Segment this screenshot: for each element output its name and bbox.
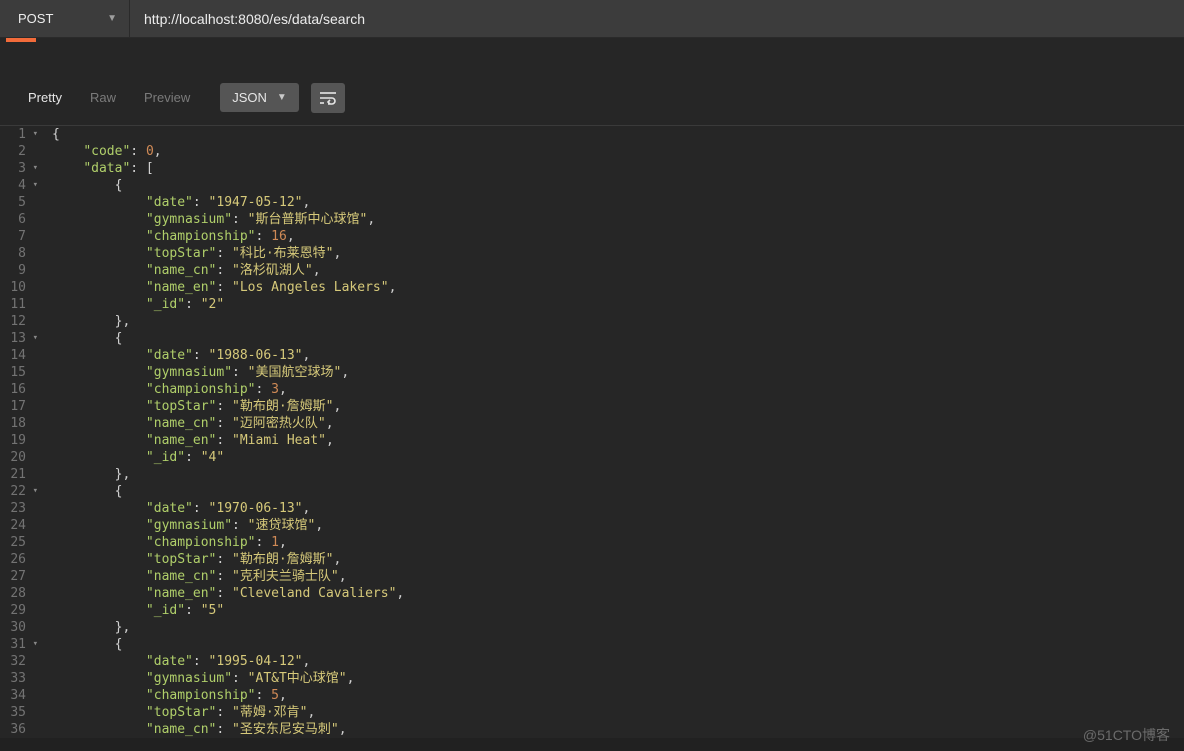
line-number: 34 — [0, 687, 38, 704]
line-number: 1▾ — [0, 126, 38, 143]
line-number: 18 — [0, 415, 38, 432]
url-input[interactable] — [130, 0, 1184, 37]
line-number: 8 — [0, 245, 38, 262]
code-area[interactable]: { "code": 0, "data": [ { "date": "1947-0… — [46, 126, 1184, 738]
line-number: 14 — [0, 347, 38, 364]
line-number: 31▾ — [0, 636, 38, 653]
line-number: 10 — [0, 279, 38, 296]
line-number: 35 — [0, 704, 38, 721]
line-number: 32 — [0, 653, 38, 670]
code-line: "championship": 5, — [52, 687, 1178, 704]
line-number: 36 — [0, 721, 38, 738]
tab-pretty[interactable]: Pretty — [14, 82, 76, 113]
line-number: 11 — [0, 296, 38, 313]
code-line: "name_cn": "圣安东尼安马刺", — [52, 721, 1178, 738]
code-line: }, — [52, 313, 1178, 330]
fold-icon[interactable]: ▾ — [30, 483, 38, 500]
code-line: "gymnasium": "美国航空球场", — [52, 364, 1178, 381]
fold-icon[interactable]: ▾ — [30, 330, 38, 347]
code-line: "topStar": "科比·布莱恩特", — [52, 245, 1178, 262]
code-line: "name_cn": "洛杉矶湖人", — [52, 262, 1178, 279]
line-number: 27 — [0, 568, 38, 585]
code-line: "championship": 1, — [52, 534, 1178, 551]
line-number: 2 — [0, 143, 38, 160]
line-number: 20 — [0, 449, 38, 466]
code-line: "name_en": "Cleveland Cavaliers", — [52, 585, 1178, 602]
request-bar: POST ▼ — [0, 0, 1184, 38]
code-line: "gymnasium": "斯台普斯中心球馆", — [52, 211, 1178, 228]
chevron-down-icon: ▼ — [107, 13, 117, 24]
http-method-value: POST — [18, 11, 53, 26]
wrap-lines-button[interactable] — [311, 83, 345, 113]
chevron-down-icon: ▼ — [277, 92, 287, 103]
line-number: 3▾ — [0, 160, 38, 177]
code-line: "date": "1970-06-13", — [52, 500, 1178, 517]
line-number: 5 — [0, 194, 38, 211]
code-line: "date": "1988-06-13", — [52, 347, 1178, 364]
wrap-icon — [319, 91, 337, 105]
line-number: 24 — [0, 517, 38, 534]
line-number: 16 — [0, 381, 38, 398]
line-number: 25 — [0, 534, 38, 551]
code-line: "topStar": "勒布朗·詹姆斯", — [52, 398, 1178, 415]
code-line: "date": "1947-05-12", — [52, 194, 1178, 211]
tab-raw[interactable]: Raw — [76, 82, 130, 113]
code-line: }, — [52, 466, 1178, 483]
fold-icon[interactable]: ▾ — [30, 126, 38, 143]
code-line: "championship": 3, — [52, 381, 1178, 398]
active-tab-indicator — [6, 38, 36, 42]
code-line: "name_cn": "迈阿密热火队", — [52, 415, 1178, 432]
line-number: 28 — [0, 585, 38, 602]
line-number: 29 — [0, 602, 38, 619]
line-number: 9 — [0, 262, 38, 279]
line-number: 13▾ — [0, 330, 38, 347]
code-line: "_id": "4" — [52, 449, 1178, 466]
code-line: "_id": "2" — [52, 296, 1178, 313]
code-line: "topStar": "勒布朗·詹姆斯", — [52, 551, 1178, 568]
format-value: JSON — [232, 90, 267, 105]
code-line: { — [52, 330, 1178, 347]
tab-strip — [0, 38, 1184, 68]
fold-icon[interactable]: ▾ — [30, 636, 38, 653]
line-number: 30 — [0, 619, 38, 636]
code-editor[interactable]: 1▾23▾4▾5678910111213▾141516171819202122▾… — [0, 126, 1184, 738]
line-number: 7 — [0, 228, 38, 245]
code-line: "date": "1995-04-12", — [52, 653, 1178, 670]
code-line: { — [52, 177, 1178, 194]
response-view-bar: Pretty Raw Preview JSON ▼ — [0, 68, 1184, 126]
line-number: 19 — [0, 432, 38, 449]
line-number: 15 — [0, 364, 38, 381]
line-number: 4▾ — [0, 177, 38, 194]
code-line: "championship": 16, — [52, 228, 1178, 245]
line-number: 23 — [0, 500, 38, 517]
code-line: "topStar": "蒂姆·邓肯", — [52, 704, 1178, 721]
http-method-select[interactable]: POST ▼ — [0, 0, 130, 37]
code-line: { — [52, 636, 1178, 653]
line-number: 22▾ — [0, 483, 38, 500]
tab-preview[interactable]: Preview — [130, 82, 204, 113]
code-line: "_id": "5" — [52, 602, 1178, 619]
fold-icon[interactable]: ▾ — [30, 160, 38, 177]
line-number: 26 — [0, 551, 38, 568]
line-number: 17 — [0, 398, 38, 415]
line-number: 6 — [0, 211, 38, 228]
format-select[interactable]: JSON ▼ — [220, 83, 299, 112]
code-line: { — [52, 483, 1178, 500]
code-line: "data": [ — [52, 160, 1178, 177]
code-line: "code": 0, — [52, 143, 1178, 160]
line-number: 21 — [0, 466, 38, 483]
code-line: "gymnasium": "AT&T中心球馆", — [52, 670, 1178, 687]
code-line: }, — [52, 619, 1178, 636]
code-line: "name_en": "Los Angeles Lakers", — [52, 279, 1178, 296]
code-line: { — [52, 126, 1178, 143]
watermark-text: @51CTO博客 — [1083, 725, 1170, 745]
code-line: "name_cn": "克利夫兰骑士队", — [52, 568, 1178, 585]
code-line: "name_en": "Miami Heat", — [52, 432, 1178, 449]
line-number: 33 — [0, 670, 38, 687]
line-number: 12 — [0, 313, 38, 330]
fold-icon[interactable]: ▾ — [30, 177, 38, 194]
line-gutter: 1▾23▾4▾5678910111213▾141516171819202122▾… — [0, 126, 46, 738]
code-line: "gymnasium": "速贷球馆", — [52, 517, 1178, 534]
